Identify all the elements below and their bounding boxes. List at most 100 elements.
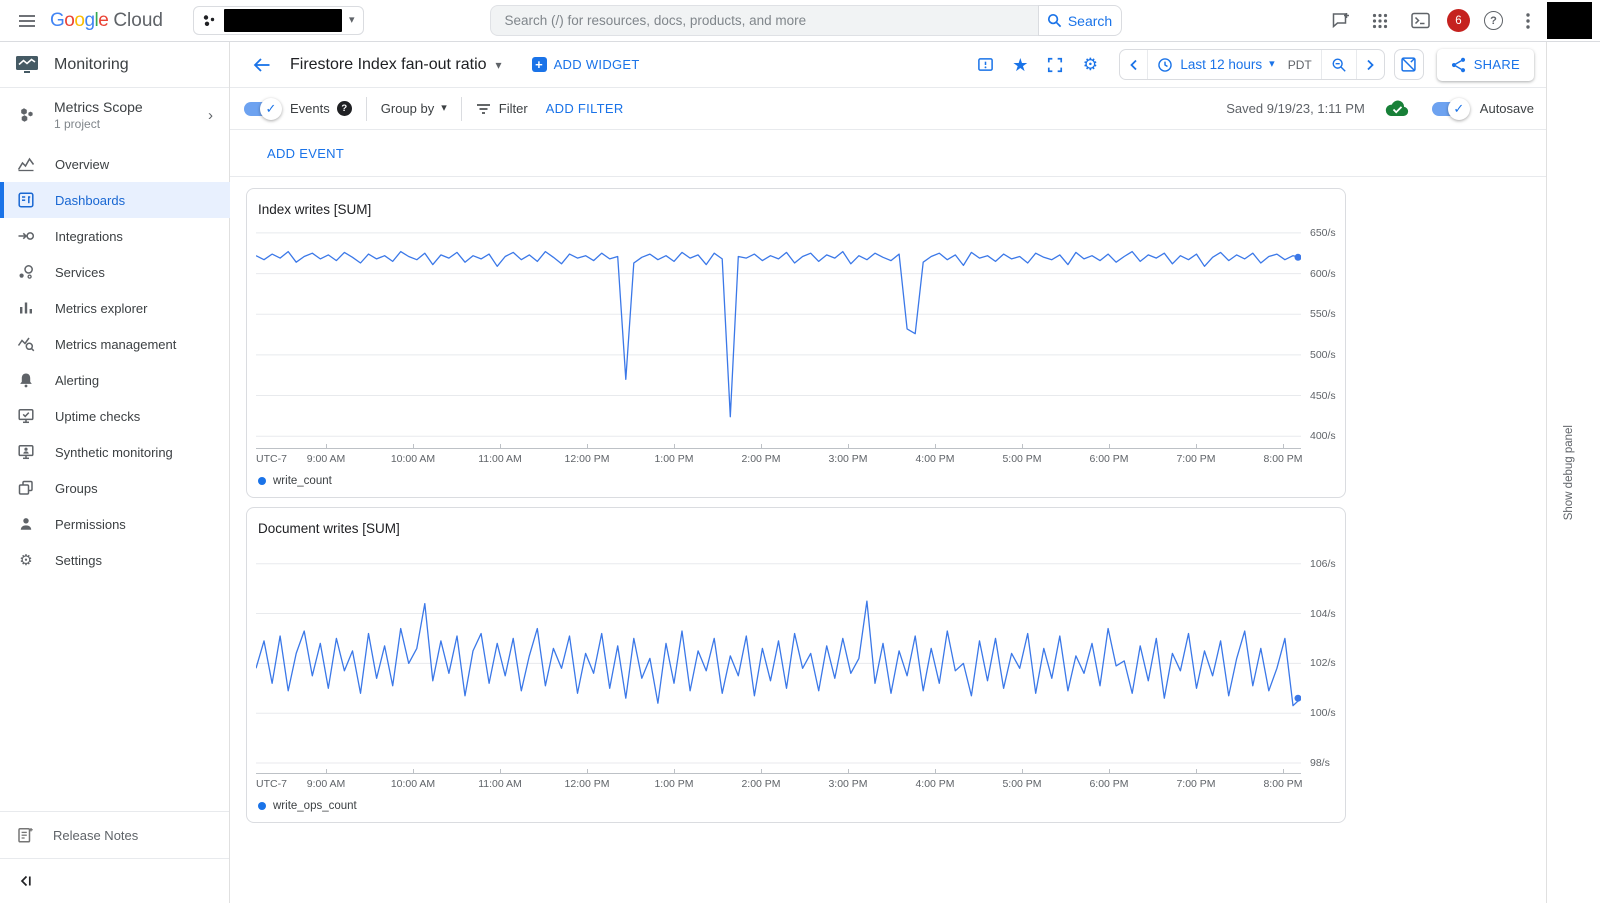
sidebar-item-groups[interactable]: Groups (0, 470, 230, 506)
x-tick-mark (674, 444, 675, 449)
search-input[interactable] (490, 5, 1038, 36)
events-help-icon[interactable]: ? (337, 101, 352, 116)
filter-button[interactable]: Filter (476, 101, 528, 116)
sidebar-item-release-notes[interactable]: Release Notes (0, 811, 229, 858)
sidebar-item-services[interactable]: Services (0, 254, 230, 290)
sidebar-item-alerting[interactable]: Alerting (0, 362, 230, 398)
sidebar-item-metrics-explorer[interactable]: Metrics explorer (0, 290, 230, 326)
share-button[interactable]: SHARE (1437, 49, 1534, 81)
add-widget-label: ADD WIDGET (554, 57, 640, 72)
x-axis-label: 1:00 PM (654, 453, 693, 465)
sidebar-item-label: Permissions (55, 517, 126, 532)
integrations-icon (16, 227, 36, 245)
collapse-sidebar-icon (19, 873, 35, 889)
y-axis-label: 98/s (1310, 757, 1330, 769)
legend-item[interactable]: write_ops_count (247, 792, 357, 816)
y-axis-label: 650/s (1310, 227, 1336, 239)
y-axis: 650/s600/s550/s500/s450/s400/s (1301, 226, 1345, 448)
sidebar-item-settings[interactable]: ⚙ Settings (0, 542, 230, 578)
x-tick-mark (413, 769, 414, 774)
group-by-dropdown[interactable]: Group by ▾ (381, 101, 447, 116)
autosave-toggle[interactable]: ✓ (1432, 102, 1468, 116)
chevron-right-icon[interactable]: › (208, 107, 219, 124)
x-tick-mark (326, 444, 327, 449)
cloud-logo-word: Cloud (113, 10, 163, 32)
apps-grid-button[interactable] (1367, 8, 1393, 34)
y-axis-label: 104/s (1310, 608, 1336, 620)
cloud-shell-button[interactable] (1407, 8, 1433, 34)
notifications-badge[interactable]: 6 (1447, 9, 1470, 32)
fullscreen-button[interactable] (1042, 52, 1068, 78)
help-button[interactable]: ? (1484, 11, 1503, 30)
sidebar-item-label: Dashboards (55, 193, 125, 208)
x-axis-label: 7:00 PM (1176, 453, 1215, 465)
x-tick-mark (761, 769, 762, 774)
time-forward-button[interactable] (1356, 50, 1384, 79)
zoom-out-button[interactable] (1321, 50, 1356, 79)
avatar[interactable] (1547, 2, 1592, 39)
x-axis-label: 5:00 PM (1002, 453, 1041, 465)
hamburger-menu-button[interactable] (8, 2, 46, 40)
top-bar: Google Cloud ▾ Search (0, 0, 1600, 42)
alerting-bell-icon (16, 371, 36, 389)
filter-label: Filter (499, 101, 528, 116)
events-toggle[interactable]: ✓ (244, 102, 280, 116)
x-axis-label: 7:00 PM (1176, 778, 1215, 790)
sidebar-item-synthetic-monitoring[interactable]: Synthetic monitoring (0, 434, 230, 470)
sidebar-item-permissions[interactable]: Permissions (0, 506, 230, 542)
chevron-down-icon: ▾ (496, 59, 502, 71)
add-widget-button[interactable]: + ADD WIDGET (532, 57, 640, 72)
x-axis-label: 9:00 AM (307, 778, 346, 790)
search-button[interactable]: Search (1038, 5, 1122, 36)
sidebar-item-metrics-management[interactable]: Metrics management (0, 326, 230, 362)
project-selector[interactable]: ▾ (193, 6, 364, 35)
dashboard-title-dropdown[interactable]: Firestore Index fan-out ratio ▾ (290, 56, 502, 74)
dashboard-settings-button[interactable]: ⚙ (1077, 52, 1103, 78)
x-tick-mark (935, 769, 936, 774)
x-axis: UTC-7 9:00 AM10:00 AM11:00 AM12:00 PM1:0… (256, 773, 1301, 792)
x-tick-mark (1022, 769, 1023, 774)
sidebar-item-label: Alerting (55, 373, 99, 388)
chart-plot-area[interactable] (256, 545, 1301, 773)
sidebar-item-label: Synthetic monitoring (55, 445, 173, 460)
sidebar-item-dashboards[interactable]: Dashboards (0, 182, 230, 218)
add-event-button[interactable]: ADD EVENT (267, 146, 344, 161)
time-range-control: Last 12 hours ▾ PDT (1119, 49, 1384, 80)
events-label: Events (290, 101, 330, 116)
show-debug-panel-button[interactable]: Show debug panel (1563, 425, 1575, 520)
sidebar-spacer (0, 578, 229, 811)
sidebar-item-overview[interactable]: Overview (0, 146, 230, 182)
hide-chart-toggle-button[interactable] (1394, 49, 1424, 80)
groups-icon (16, 479, 36, 497)
issue-panel-button[interactable] (972, 52, 998, 78)
metrics-scope-title: Metrics Scope (54, 99, 143, 115)
google-cloud-logo[interactable]: Google Cloud (50, 10, 163, 32)
search-icon (1047, 13, 1062, 28)
legend-item[interactable]: write_count (247, 467, 332, 491)
chart-plot-area[interactable] (256, 226, 1301, 448)
more-options-button[interactable] (1517, 8, 1539, 34)
x-axis: UTC-7 9:00 AM10:00 AM11:00 AM12:00 PM1:0… (256, 448, 1301, 467)
feedback-button[interactable] (1327, 8, 1353, 34)
time-range-dropdown[interactable]: Last 12 hours ▾ PDT (1147, 50, 1320, 79)
time-back-button[interactable] (1120, 50, 1147, 79)
settings-gear-icon: ⚙ (16, 553, 36, 568)
chart-off-icon (1400, 56, 1417, 73)
collapse-sidebar-button[interactable] (0, 858, 229, 903)
sidebar-item-integrations[interactable]: Integrations (0, 218, 230, 254)
add-filter-button[interactable]: ADD FILTER (546, 101, 624, 116)
saved-timestamp: Saved 9/19/23, 1:11 PM (1226, 101, 1365, 116)
back-button[interactable] (246, 49, 278, 81)
metrics-scope-selector[interactable]: Metrics Scope 1 project › (0, 88, 229, 142)
dashboard-header-actions: ★ ⚙ (963, 49, 1534, 81)
favorite-button[interactable]: ★ (1007, 52, 1033, 78)
saved-cloud-check-icon (1385, 100, 1410, 118)
plus-icon: + (532, 57, 547, 72)
sidebar-item-label: Settings (55, 553, 102, 568)
sidebar-item-uptime-checks[interactable]: Uptime checks (0, 398, 230, 434)
x-tick-mark (500, 769, 501, 774)
x-tick-mark (1196, 769, 1197, 774)
x-tick-mark (1283, 769, 1284, 774)
chevron-left-icon (1129, 59, 1138, 71)
y-axis-label: 600/s (1310, 268, 1336, 280)
